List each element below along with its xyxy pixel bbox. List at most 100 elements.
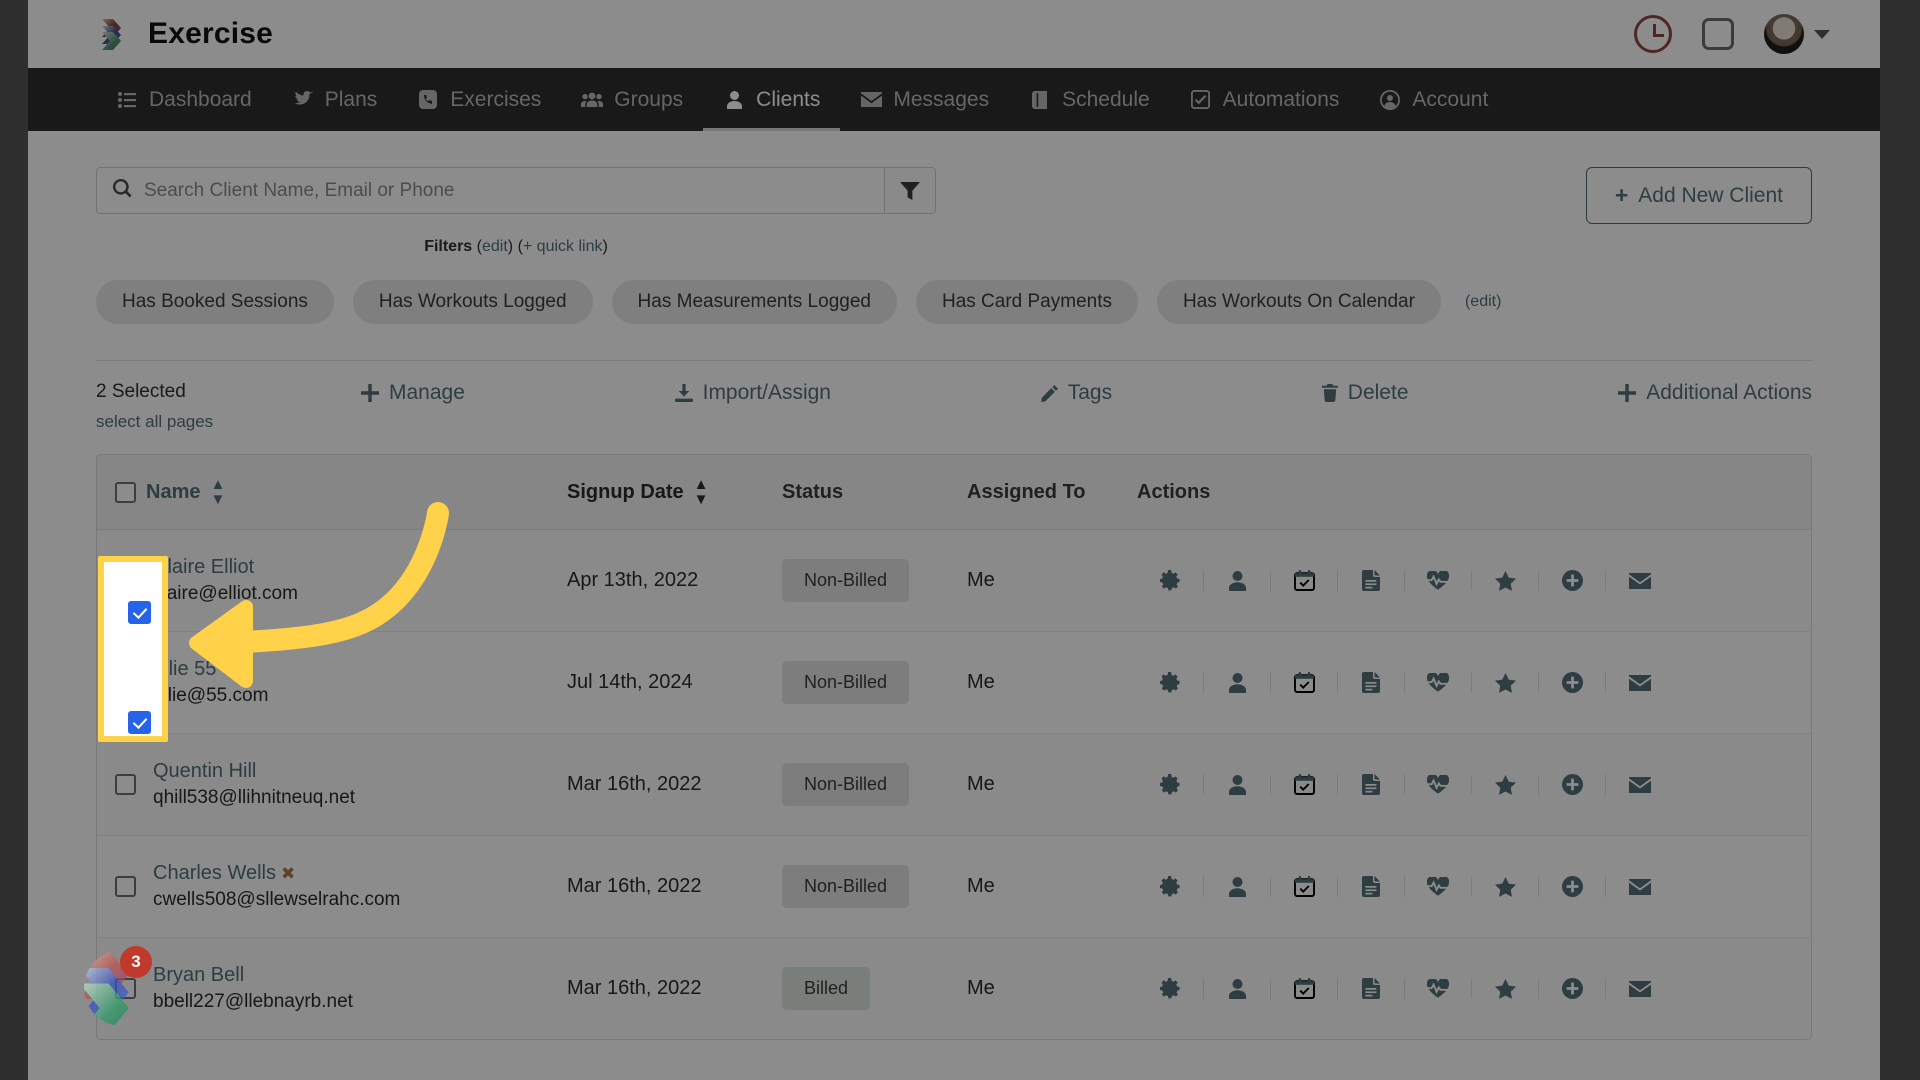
- action-envelope-icon[interactable]: [1606, 980, 1673, 997]
- clock-icon[interactable]: [1634, 15, 1672, 53]
- sort-icon[interactable]: ▲ ▼: [210, 477, 225, 507]
- nav-item-account[interactable]: Account: [1359, 68, 1508, 131]
- action-envelope-icon[interactable]: [1606, 776, 1673, 793]
- manage-button[interactable]: Manage: [361, 381, 465, 405]
- table-row[interactable]: allie 55 ✖ allie@55.com Jul 14th, 2024 Non-B…: [97, 631, 1811, 734]
- page-body: Search Client Name, Email or Phone + Add…: [28, 131, 1880, 1080]
- row-checkbox-claire-elliot[interactable]: [128, 601, 151, 629]
- row-checkbox[interactable]: [115, 774, 136, 795]
- action-heartbeat-icon[interactable]: [1405, 979, 1472, 998]
- action-star-icon[interactable]: [1472, 774, 1539, 795]
- quick-link[interactable]: + quick link: [523, 238, 603, 255]
- action-person-icon[interactable]: [1204, 876, 1271, 897]
- action-envelope-icon[interactable]: [1606, 572, 1673, 589]
- nav-label: Messages: [893, 87, 990, 111]
- filter-pill[interactable]: Has Workouts On Calendar: [1156, 280, 1441, 324]
- account-menu[interactable]: [1764, 14, 1830, 54]
- brand-logo-group[interactable]: Exercise: [100, 17, 273, 51]
- column-name[interactable]: Name ▲ ▼: [97, 455, 567, 530]
- table-row[interactable]: Charles Wells ✖ cwells508@sllewselrahc.com…: [97, 835, 1811, 938]
- client-name-link[interactable]: Bryan Bell: [153, 964, 353, 987]
- client-name-link[interactable]: Charles Wells ✖: [153, 862, 400, 885]
- row-checkbox[interactable]: [115, 876, 136, 897]
- chat-widget[interactable]: 3: [84, 946, 160, 1026]
- nav-item-schedule[interactable]: Schedule: [1009, 68, 1170, 131]
- action-gear-icon[interactable]: [1137, 774, 1204, 795]
- column-signup-date[interactable]: Signup Date ▲ ▼: [567, 455, 782, 530]
- action-envelope-icon[interactable]: [1606, 674, 1673, 691]
- pills-edit-link[interactable]: (edit): [1465, 293, 1501, 311]
- x-mark-icon: ✖: [221, 660, 236, 679]
- table-row[interactable]: Claire Elliot claire@elliot.com Apr 13th, …: [97, 529, 1811, 632]
- client-name-link[interactable]: Claire Elliot: [153, 556, 298, 579]
- delete-button[interactable]: Delete: [1321, 381, 1409, 405]
- action-calendar-check-icon[interactable]: [1271, 672, 1338, 693]
- additional-actions-button[interactable]: Additional Actions: [1618, 381, 1812, 405]
- action-heartbeat-icon[interactable]: [1405, 571, 1472, 590]
- client-name-link[interactable]: allie 55 ✖: [153, 658, 268, 681]
- action-envelope-icon[interactable]: [1606, 878, 1673, 895]
- table-row[interactable]: Quentin Hill qhill538@llihnitneuq.net Mar …: [97, 733, 1811, 836]
- action-document-icon[interactable]: [1338, 672, 1405, 693]
- filter-pill[interactable]: Has Measurements Logged: [611, 280, 897, 324]
- action-gear-icon[interactable]: [1137, 876, 1204, 897]
- client-name-link[interactable]: Quentin Hill: [153, 760, 355, 783]
- sort-icon[interactable]: ▲ ▼: [694, 477, 709, 507]
- action-document-icon[interactable]: [1338, 978, 1405, 999]
- action-gear-icon[interactable]: [1137, 672, 1204, 693]
- add-new-client-button[interactable]: + Add New Client: [1585, 167, 1812, 224]
- action-person-icon[interactable]: [1204, 978, 1271, 999]
- action-star-icon[interactable]: [1472, 978, 1539, 999]
- action-star-icon[interactable]: [1472, 672, 1539, 693]
- action-star-icon[interactable]: [1472, 876, 1539, 897]
- action-calendar-check-icon[interactable]: [1271, 876, 1338, 897]
- table-row[interactable]: Bryan Bell bbell227@llebnayrb.net Mar 16th…: [97, 937, 1811, 1039]
- action-plus-circle-icon[interactable]: [1539, 978, 1606, 999]
- nav-item-clients[interactable]: Clients: [703, 68, 841, 131]
- action-person-icon[interactable]: [1204, 672, 1271, 693]
- book-icon: [1029, 90, 1051, 110]
- action-calendar-check-icon[interactable]: [1271, 570, 1338, 591]
- nav-item-plans[interactable]: Plans: [272, 68, 398, 131]
- action-person-icon[interactable]: [1204, 774, 1271, 795]
- action-plus-circle-icon[interactable]: [1539, 570, 1606, 591]
- filter-pill[interactable]: Has Workouts Logged: [352, 280, 593, 324]
- action-calendar-check-icon[interactable]: [1271, 978, 1338, 999]
- x-mark-icon: ✖: [281, 864, 296, 883]
- action-star-icon[interactable]: [1472, 570, 1539, 591]
- filter-pill[interactable]: Has Booked Sessions: [96, 280, 334, 324]
- filter-pill[interactable]: Has Card Payments: [915, 280, 1138, 324]
- exercise-logo-icon: [100, 17, 134, 51]
- tags-button[interactable]: Tags: [1040, 381, 1112, 405]
- action-gear-icon[interactable]: [1137, 978, 1204, 999]
- action-document-icon[interactable]: [1338, 876, 1405, 897]
- import-assign-button[interactable]: Import/Assign: [674, 381, 831, 405]
- search-input[interactable]: Search Client Name, Email or Phone: [96, 167, 884, 214]
- action-document-icon[interactable]: [1338, 774, 1405, 795]
- nav-label: Dashboard: [149, 87, 252, 111]
- select-all-checkbox[interactable]: [115, 481, 136, 503]
- nav-item-groups[interactable]: Groups: [561, 68, 703, 131]
- square-icon[interactable]: [1702, 18, 1734, 50]
- action-heartbeat-icon[interactable]: [1405, 877, 1472, 896]
- action-gear-icon[interactable]: [1137, 570, 1204, 591]
- nav-item-automations[interactable]: Automations: [1170, 68, 1360, 131]
- search-box: Search Client Name, Email or Phone: [96, 167, 936, 214]
- nav-item-exercises[interactable]: Exercises: [397, 68, 561, 131]
- action-heartbeat-icon[interactable]: [1405, 673, 1472, 692]
- cell-actions: [1137, 733, 1811, 836]
- nav-item-dashboard[interactable]: Dashboard: [96, 68, 272, 131]
- action-person-icon[interactable]: [1204, 570, 1271, 591]
- nav-item-messages[interactable]: Messages: [840, 68, 1009, 131]
- row-checkbox-allie-55[interactable]: [128, 711, 151, 739]
- filter-button[interactable]: [884, 167, 936, 214]
- action-heartbeat-icon[interactable]: [1405, 775, 1472, 794]
- filters-edit-link[interactable]: edit: [482, 238, 508, 255]
- action-calendar-check-icon[interactable]: [1271, 774, 1338, 795]
- action-plus-circle-icon[interactable]: [1539, 876, 1606, 897]
- select-all-pages-link[interactable]: select all pages: [96, 412, 361, 432]
- search-placeholder: Search Client Name, Email or Phone: [144, 179, 455, 201]
- action-plus-circle-icon[interactable]: [1539, 774, 1606, 795]
- action-document-icon[interactable]: [1338, 570, 1405, 591]
- action-plus-circle-icon[interactable]: [1539, 672, 1606, 693]
